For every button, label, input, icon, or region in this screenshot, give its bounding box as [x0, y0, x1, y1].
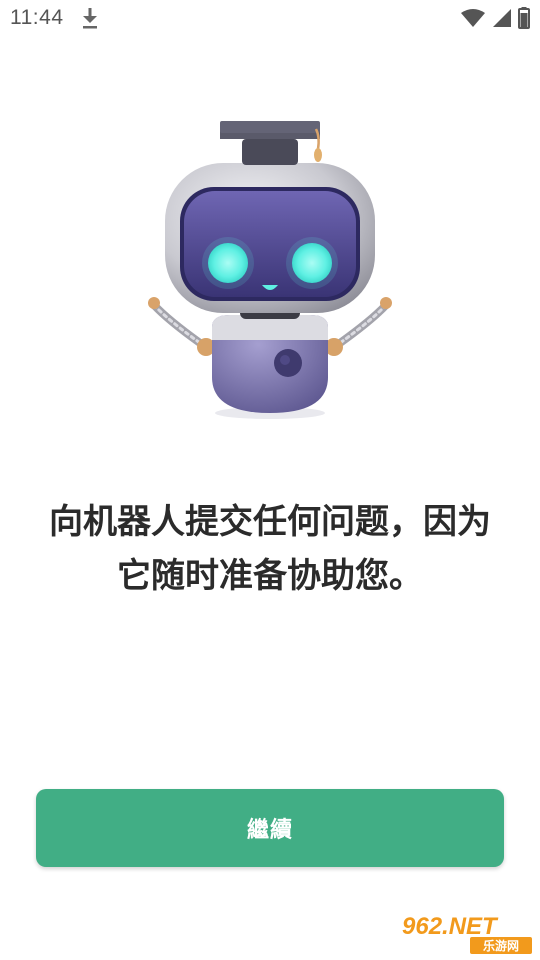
cellular-signal-icon [493, 9, 511, 27]
intro-message-line-1: 向机器人提交任何问题，因为 [49, 502, 491, 542]
status-bar: 11:44 [0, 0, 540, 36]
intro-message-line-2: 它随时准备协助您。 [117, 556, 423, 596]
watermark-subtitle: 乐游网 [483, 938, 519, 953]
intro-message: 向机器人提交任何问题，因为 它随时准备协助您。 [20, 495, 520, 603]
status-time: 11:44 [10, 6, 64, 29]
robot-mascot-icon [148, 121, 392, 419]
site-watermark-logo: 962.NET 乐游网 [402, 913, 532, 954]
continue-button[interactable]: 繼續 [36, 789, 504, 867]
continue-button-label: 繼續 [246, 818, 293, 843]
watermark-brand: 962.NET [402, 913, 499, 940]
download-icon [83, 8, 97, 29]
wifi-icon [461, 9, 485, 27]
battery-icon [518, 7, 530, 29]
status-icons [460, 7, 530, 29]
